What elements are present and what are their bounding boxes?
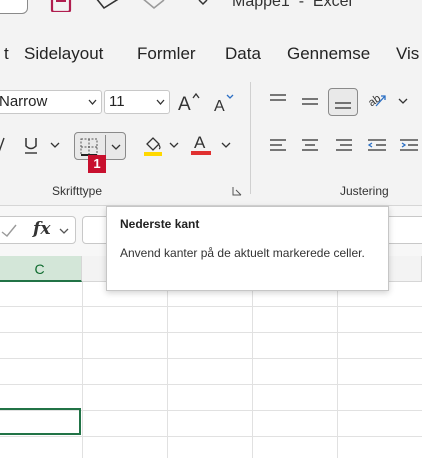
tab-data[interactable]: Data	[225, 44, 261, 64]
bottom-border-icon	[80, 138, 98, 156]
undo-icon[interactable]	[94, 0, 122, 10]
align-bottom-button[interactable]	[328, 88, 358, 116]
column-line	[252, 282, 253, 458]
row-line	[0, 436, 422, 437]
insert-function-button[interactable]: fx	[33, 219, 50, 239]
tab-page-layout[interactable]: Sidelayout	[24, 44, 103, 64]
row-line	[0, 306, 422, 307]
decrease-font-size-icon[interactable]: A	[212, 92, 238, 114]
fill-color-icon[interactable]	[142, 134, 164, 156]
ribbon-tabs: t Sidelayout Formler Data Gennemse Vis	[0, 26, 422, 78]
chevron-down-icon	[88, 99, 97, 105]
align-left-icon[interactable]	[268, 136, 288, 156]
svg-text:A: A	[214, 98, 225, 114]
title-bar: Mappe1 - Excel	[0, 0, 422, 26]
alignment-group-label: Justering	[340, 184, 389, 198]
chevron-down-icon[interactable]	[59, 227, 69, 235]
tooltip-title: Nederste kant	[120, 217, 200, 231]
tab-insert[interactable]: t	[4, 44, 9, 64]
tab-view[interactable]: Vis	[396, 44, 419, 64]
ribbon: Narrow 11 A A A Skrifttype ab Justering	[0, 78, 422, 206]
worksheet-grid[interactable]	[0, 282, 422, 458]
increase-font-size-icon[interactable]: A	[176, 90, 202, 114]
save-icon[interactable]	[50, 0, 72, 12]
chevron-down-icon[interactable]	[221, 141, 231, 149]
font-size-value: 11	[109, 93, 125, 110]
align-bottom-icon	[335, 102, 351, 109]
chevron-down-icon	[156, 99, 165, 105]
enter-checkmark-icon[interactable]	[1, 224, 17, 238]
active-cell[interactable]	[0, 408, 81, 435]
group-separator	[250, 82, 251, 194]
borders-tooltip: Nederste kant Anvend kanter på de aktuel…	[106, 206, 389, 291]
tab-review[interactable]: Gennemse	[287, 44, 370, 64]
underline-icon[interactable]	[22, 134, 40, 156]
column-line	[337, 282, 338, 458]
font-color-icon[interactable]: A	[190, 132, 212, 156]
redo-icon[interactable]	[140, 0, 166, 10]
font-name-value: Narrow	[0, 93, 48, 110]
column-line	[82, 282, 83, 458]
font-size-combo[interactable]: 11	[104, 90, 170, 114]
dialog-launcher-icon[interactable]	[232, 186, 242, 196]
chevron-down-icon[interactable]	[198, 0, 208, 6]
align-middle-icon[interactable]	[300, 90, 320, 110]
document-title: Mappe1 - Excel	[232, 0, 353, 10]
chevron-down-icon[interactable]	[111, 143, 121, 151]
align-center-icon[interactable]	[300, 136, 320, 156]
svg-text:A: A	[194, 133, 206, 152]
quick-access-toggle[interactable]	[0, 0, 28, 14]
step-badge: 1	[88, 155, 106, 173]
tooltip-body: Anvend kanter på de aktuelt markerede ce…	[120, 246, 365, 260]
orientation-icon[interactable]: ab	[366, 90, 388, 110]
italic-icon[interactable]	[0, 134, 8, 156]
tab-formulas[interactable]: Formler	[137, 44, 196, 64]
chevron-down-icon[interactable]	[169, 141, 179, 149]
decrease-indent-icon[interactable]	[366, 136, 388, 156]
row-line	[0, 332, 422, 333]
align-top-icon[interactable]	[268, 90, 288, 110]
increase-indent-icon[interactable]	[398, 136, 420, 156]
row-line	[0, 384, 422, 385]
chevron-down-icon[interactable]	[50, 141, 60, 149]
row-line	[0, 358, 422, 359]
align-right-icon[interactable]	[334, 136, 354, 156]
column-line	[167, 282, 168, 458]
font-group-label: Skrifttype	[52, 184, 103, 198]
column-header-c[interactable]: C	[0, 256, 82, 282]
svg-text:A: A	[178, 94, 191, 114]
chevron-down-icon[interactable]	[398, 97, 408, 105]
font-name-combo[interactable]: Narrow	[0, 90, 102, 114]
formula-controls: fx	[0, 216, 76, 244]
